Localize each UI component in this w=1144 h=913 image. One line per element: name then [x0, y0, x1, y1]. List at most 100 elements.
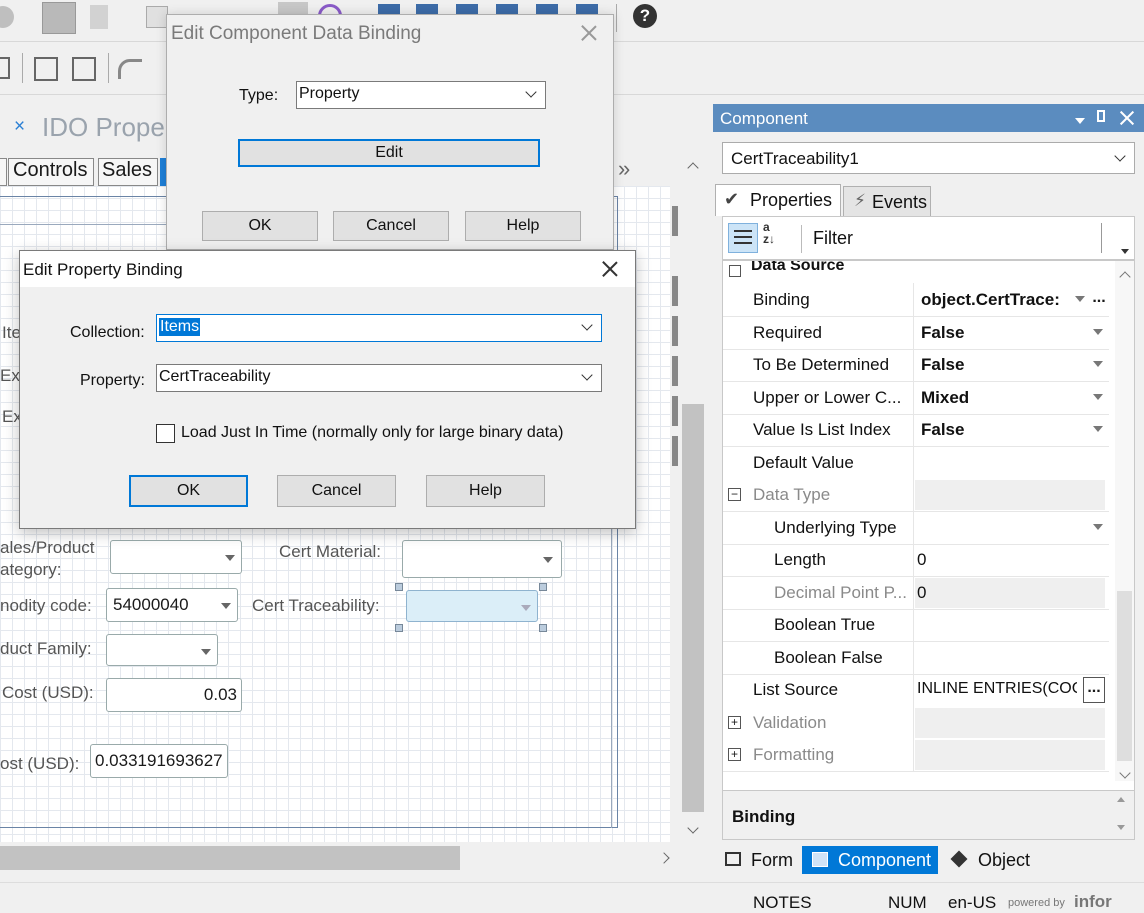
delete-icon[interactable] — [146, 6, 168, 28]
scroll-thumb[interactable] — [682, 404, 704, 812]
close-tab-icon[interactable]: × — [14, 116, 25, 138]
bottom-tab-object[interactable]: Object — [945, 846, 1045, 874]
close-icon[interactable] — [598, 257, 622, 281]
property-value[interactable]: False — [921, 420, 964, 440]
cert-traceability-selection[interactable] — [395, 583, 547, 632]
designer-vertical-scrollbar[interactable] — [680, 150, 706, 846]
dropdown-arrow-icon[interactable] — [1093, 361, 1103, 367]
sales-category-dropdown[interactable] — [110, 540, 242, 574]
resize-handle[interactable] — [539, 583, 547, 591]
tab-events[interactable]: ⚡ Events — [843, 186, 931, 216]
hscroll-thumb[interactable] — [0, 846, 460, 870]
cost2-field[interactable]: 0.033191693627 — [90, 744, 228, 778]
ok-button[interactable]: OK — [202, 211, 318, 241]
property-row[interactable]: Value Is List Index False — [723, 413, 1109, 447]
grid-scrollbar[interactable] — [1115, 261, 1134, 781]
new-document-icon[interactable] — [90, 5, 108, 29]
property-row[interactable]: Boolean False — [723, 640, 1109, 675]
load-jit-checkbox[interactable] — [156, 424, 175, 443]
help-icon[interactable]: ? — [633, 4, 657, 28]
align-left-icon[interactable] — [0, 57, 10, 79]
property-row[interactable]: Underlying Type — [723, 510, 1109, 545]
collection-dropdown[interactable]: Items — [156, 314, 602, 342]
sort-alpha-icon[interactable]: a z↓ — [763, 221, 793, 253]
property-row[interactable]: Binding object.CertTrace:... — [723, 283, 1109, 317]
close-icon[interactable] — [577, 21, 601, 45]
cert-material-dropdown[interactable] — [402, 540, 562, 578]
property-row[interactable]: Required False — [723, 315, 1109, 350]
categorized-icon[interactable] — [728, 223, 758, 253]
form-tab-prev[interactable] — [0, 158, 7, 186]
cancel-button[interactable]: Cancel — [277, 475, 396, 507]
grid-scroll-thumb[interactable] — [1117, 591, 1132, 761]
scroll-down-icon[interactable] — [687, 822, 699, 834]
toolbar-icon-b[interactable] — [416, 4, 438, 14]
property-row[interactable]: Length 0 — [723, 543, 1109, 577]
cost-field[interactable]: 0.03 — [106, 678, 242, 712]
cancel-button[interactable]: Cancel — [333, 211, 449, 241]
component-selector[interactable]: CertTraceability1 — [722, 142, 1135, 174]
bottom-tab-component[interactable]: Component — [802, 846, 938, 874]
ok-button[interactable]: OK — [129, 475, 248, 507]
form-tab-sales[interactable]: Sales — [98, 158, 158, 186]
resize-handle[interactable] — [395, 583, 403, 591]
property-row[interactable]: Upper or Lower C... Mixed — [723, 380, 1109, 415]
property-value[interactable]: False — [921, 355, 964, 375]
save-icon[interactable] — [42, 2, 76, 34]
expand-icon[interactable]: + — [728, 715, 741, 729]
property-value[interactable]: False — [921, 323, 964, 343]
help-button[interactable]: Help — [426, 475, 545, 507]
property-row[interactable]: Data Type − — [723, 478, 1109, 512]
align-right-icon[interactable] — [72, 57, 96, 81]
type-dropdown[interactable]: Property — [296, 81, 546, 109]
app-icon[interactable] — [0, 6, 14, 28]
dropdown-arrow-icon[interactable] — [1093, 328, 1103, 335]
undo-arrow-icon[interactable] — [118, 59, 142, 79]
ellipsis-button[interactable]: ... — [1083, 677, 1105, 703]
property-row[interactable]: List Source INLINE ENTRIES(COC... — [723, 673, 1109, 707]
description-scroll-icon[interactable] — [1117, 797, 1125, 802]
toolbar-icon-d[interactable] — [496, 4, 518, 14]
scroll-right-icon[interactable] — [658, 852, 670, 864]
description-scroll-icon[interactable] — [1117, 825, 1125, 830]
scroll-up-icon[interactable] — [687, 162, 699, 174]
scroll-up-icon[interactable] — [1119, 271, 1131, 283]
ellipsis-button[interactable]: ... — [1089, 289, 1109, 311]
filter-input[interactable] — [863, 221, 1087, 253]
property-row[interactable]: Boolean True — [723, 608, 1109, 642]
property-row[interactable]: Default Value — [723, 445, 1109, 480]
pin-icon[interactable] — [1097, 110, 1105, 122]
toolbar-icon-a[interactable] — [378, 4, 400, 14]
property-value[interactable]: 0 — [917, 550, 926, 570]
property-value[interactable]: Mixed — [921, 388, 969, 408]
property-value[interactable]: INLINE ENTRIES(COC — [917, 680, 1077, 698]
collapse-icon[interactable] — [729, 265, 741, 277]
close-panel-icon[interactable] — [1117, 108, 1137, 128]
designer-horizontal-scrollbar[interactable] — [0, 846, 706, 870]
panel-menu-icon[interactable] — [1075, 118, 1085, 124]
document-tab[interactable]: × IDO Prope — [0, 110, 170, 146]
property-dropdown[interactable]: CertTraceability — [156, 364, 602, 392]
tab-overflow-icon[interactable]: » — [618, 156, 630, 182]
scroll-down-icon[interactable] — [1119, 767, 1131, 779]
toolbar-icon-f[interactable] — [576, 4, 598, 14]
align-center-icon[interactable] — [34, 57, 58, 81]
property-value[interactable]: object.CertTrace: — [921, 290, 1071, 310]
property-row[interactable]: Formatting + — [723, 738, 1109, 772]
expand-icon[interactable]: + — [728, 748, 741, 761]
commodity-code-dropdown[interactable]: 54000040 — [106, 588, 238, 622]
help-button[interactable]: Help — [465, 211, 581, 241]
dropdown-arrow-icon[interactable] — [1075, 296, 1085, 302]
section-data-source[interactable]: Data Source — [723, 261, 1115, 279]
resize-handle[interactable] — [395, 624, 403, 632]
collapse-icon[interactable]: − — [728, 488, 741, 501]
form-tab-controls[interactable]: Controls — [8, 158, 94, 186]
dropdown-arrow-icon[interactable] — [1093, 393, 1103, 400]
toolbar-icon-e[interactable] — [536, 4, 558, 14]
resize-handle[interactable] — [539, 624, 547, 632]
toolbar-more-icon[interactable] — [1121, 249, 1129, 254]
cert-traceability-dropdown[interactable] — [406, 590, 538, 622]
dropdown-arrow-icon[interactable] — [1093, 523, 1103, 530]
dropdown-arrow-icon[interactable] — [1093, 426, 1103, 432]
toolbar-icon-c[interactable] — [456, 4, 478, 14]
